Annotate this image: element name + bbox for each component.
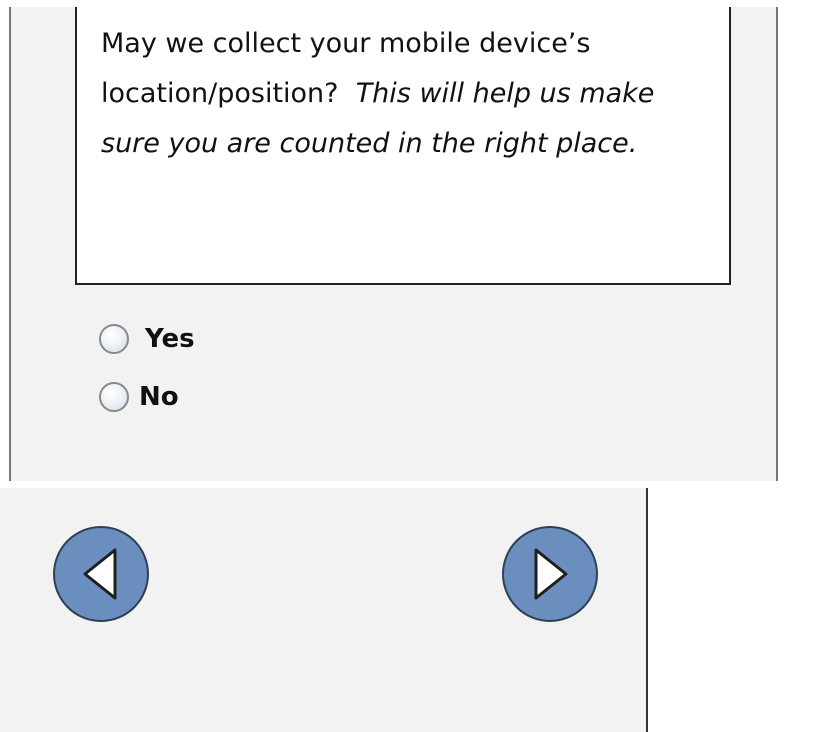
radio-button-no[interactable] [99, 382, 129, 412]
option-yes[interactable]: Yes [99, 321, 195, 357]
back-button[interactable] [53, 526, 149, 622]
triangle-left-icon [83, 548, 117, 600]
option-yes-label[interactable]: Yes [145, 324, 195, 354]
question-panel: May we collect your mobile device’s loca… [9, 7, 778, 481]
radio-button-yes[interactable] [99, 324, 129, 354]
question-text: May we collect your mobile device’s loca… [101, 19, 715, 169]
option-no-label[interactable]: No [139, 382, 179, 412]
answer-options: Yes No [99, 321, 195, 437]
triangle-right-icon [534, 548, 568, 600]
next-button[interactable] [502, 526, 598, 622]
question-box: May we collect your mobile device’s loca… [75, 7, 731, 285]
option-no[interactable]: No [99, 379, 195, 415]
navigation-panel [0, 488, 648, 732]
